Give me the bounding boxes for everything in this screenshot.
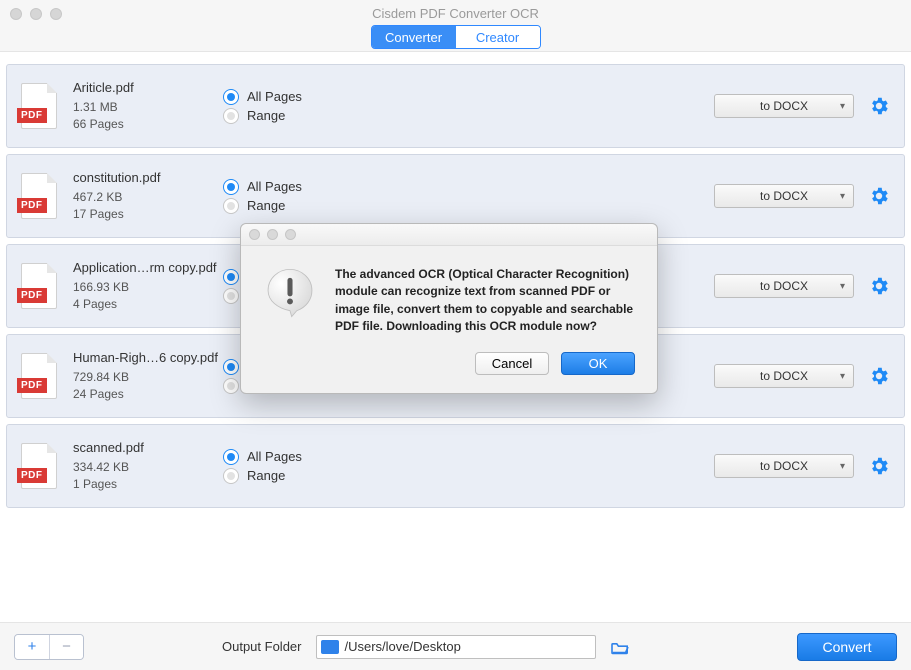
- pdf-file-icon: PDF: [21, 83, 57, 129]
- remove-file-button[interactable]: −: [49, 635, 83, 659]
- radio-range[interactable]: [223, 288, 239, 304]
- file-name: Ariticle.pdf: [73, 79, 223, 97]
- mode-segmented-control: Converter Creator: [371, 25, 541, 49]
- file-name: Human-Righ…6 copy.pdf: [73, 349, 223, 367]
- window-titlebar: Cisdem PDF Converter OCR Converter Creat…: [0, 0, 911, 52]
- minimize-window-icon[interactable]: [30, 8, 42, 20]
- file-size: 334.42 KB: [73, 459, 223, 476]
- file-size: 467.2 KB: [73, 189, 223, 206]
- radio-range[interactable]: [223, 108, 239, 124]
- file-meta: Human-Righ…6 copy.pdf 729.84 KB 24 Pages: [73, 349, 223, 403]
- dialog-cancel-button[interactable]: Cancel: [475, 352, 549, 375]
- page-range-options: All Pages Range: [223, 446, 383, 487]
- file-size: 1.31 MB: [73, 99, 223, 116]
- output-format-select[interactable]: to DOCX: [714, 274, 854, 298]
- radio-range[interactable]: [223, 198, 239, 214]
- file-pages: 1 Pages: [73, 476, 223, 493]
- gear-icon[interactable]: [868, 95, 890, 117]
- pdf-file-icon: PDF: [21, 263, 57, 309]
- file-pages: 4 Pages: [73, 296, 223, 313]
- dialog-ok-button[interactable]: OK: [561, 352, 635, 375]
- output-folder-label: Output Folder: [222, 639, 302, 654]
- radio-all-pages[interactable]: [223, 359, 239, 375]
- dialog-titlebar: [241, 224, 657, 246]
- exclamation-icon: [263, 266, 317, 320]
- output-format-select[interactable]: to DOCX: [714, 184, 854, 208]
- close-window-icon[interactable]: [10, 8, 22, 20]
- file-pages: 66 Pages: [73, 116, 223, 133]
- file-name: scanned.pdf: [73, 439, 223, 457]
- dialog-close-icon[interactable]: [249, 229, 260, 240]
- file-name: Application…rm copy.pdf: [73, 259, 223, 277]
- zoom-window-icon[interactable]: [50, 8, 62, 20]
- file-row[interactable]: PDF Ariticle.pdf 1.31 MB 66 Pages All Pa…: [6, 64, 905, 148]
- gear-icon[interactable]: [868, 365, 890, 387]
- folder-icon: [321, 640, 339, 654]
- output-folder-field[interactable]: /Users/love/Desktop: [316, 635, 596, 659]
- output-format-select[interactable]: to DOCX: [714, 454, 854, 478]
- radio-all-pages[interactable]: [223, 449, 239, 465]
- output-format-select[interactable]: to DOCX: [714, 364, 854, 388]
- file-meta: Application…rm copy.pdf 166.93 KB 4 Page…: [73, 259, 223, 313]
- file-meta: Ariticle.pdf 1.31 MB 66 Pages: [73, 79, 223, 133]
- output-folder-path: /Users/love/Desktop: [345, 639, 461, 654]
- pdf-file-icon: PDF: [21, 443, 57, 489]
- file-size: 166.93 KB: [73, 279, 223, 296]
- file-size: 729.84 KB: [73, 369, 223, 386]
- dialog-zoom-icon: [285, 229, 296, 240]
- file-pages: 24 Pages: [73, 386, 223, 403]
- pdf-file-icon: PDF: [21, 353, 57, 399]
- traffic-lights: [10, 8, 62, 20]
- tab-converter[interactable]: Converter: [372, 26, 456, 48]
- ocr-download-dialog: The advanced OCR (Optical Character Reco…: [240, 223, 658, 394]
- radio-all-pages[interactable]: [223, 89, 239, 105]
- page-range-options: All Pages Range: [223, 86, 383, 127]
- file-meta: scanned.pdf 334.42 KB 1 Pages: [73, 439, 223, 493]
- add-file-button[interactable]: +: [15, 635, 49, 659]
- dialog-message: The advanced OCR (Optical Character Reco…: [335, 266, 635, 336]
- file-name: constitution.pdf: [73, 169, 223, 187]
- output-format-select[interactable]: to DOCX: [714, 94, 854, 118]
- radio-range[interactable]: [223, 378, 239, 394]
- file-row[interactable]: PDF scanned.pdf 334.42 KB 1 Pages All Pa…: [6, 424, 905, 508]
- gear-icon[interactable]: [868, 275, 890, 297]
- tab-creator[interactable]: Creator: [456, 26, 540, 48]
- pdf-file-icon: PDF: [21, 173, 57, 219]
- bottom-toolbar: + − Output Folder /Users/love/Desktop Co…: [0, 622, 911, 670]
- add-remove-group: + −: [14, 634, 84, 660]
- radio-all-pages[interactable]: [223, 269, 239, 285]
- radio-range-label: Range: [247, 108, 285, 123]
- radio-all-pages-label: All Pages: [247, 89, 302, 104]
- page-range-options: All Pages Range: [223, 176, 383, 217]
- convert-button[interactable]: Convert: [797, 633, 897, 661]
- open-folder-icon[interactable]: [610, 639, 630, 655]
- radio-all-pages[interactable]: [223, 179, 239, 195]
- radio-range[interactable]: [223, 468, 239, 484]
- file-pages: 17 Pages: [73, 206, 223, 223]
- window-title: Cisdem PDF Converter OCR: [372, 0, 539, 21]
- file-meta: constitution.pdf 467.2 KB 17 Pages: [73, 169, 223, 223]
- gear-icon[interactable]: [868, 455, 890, 477]
- gear-icon[interactable]: [868, 185, 890, 207]
- dialog-minimize-icon: [267, 229, 278, 240]
